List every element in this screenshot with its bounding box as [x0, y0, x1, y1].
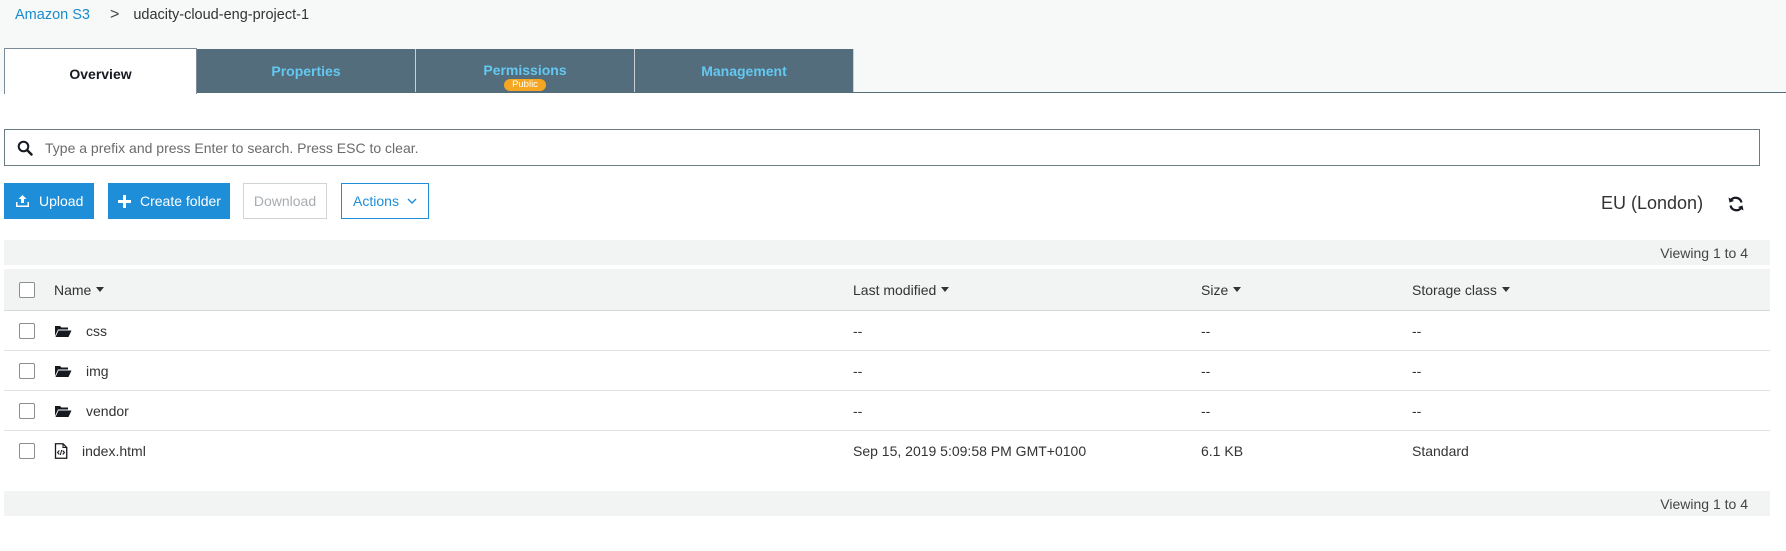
- actions-label: Actions: [353, 193, 399, 209]
- column-last-modified-label: Last modified: [853, 281, 937, 298]
- chevron-down-icon: [407, 198, 417, 205]
- last-modified-cell: --: [853, 402, 863, 419]
- tab-management[interactable]: Management: [635, 49, 854, 92]
- table-row[interactable]: index.html Sep 15, 2019 5:09:58 PM GMT+0…: [4, 431, 1770, 471]
- tab-overview-label: Overview: [69, 65, 132, 82]
- download-button[interactable]: Download: [243, 183, 327, 219]
- sort-caret-icon: [941, 287, 950, 292]
- public-badge: Public: [504, 79, 546, 91]
- pagination-top: Viewing 1 to 4: [4, 240, 1770, 265]
- viewing-count-bottom: Viewing 1 to 4: [1660, 495, 1748, 512]
- name-cell: index.html: [54, 431, 146, 471]
- upload-button[interactable]: Upload: [4, 183, 94, 219]
- object-name-link[interactable]: css: [86, 323, 107, 339]
- folder-open-icon: [54, 324, 72, 338]
- tab-permissions-label: Permissions: [483, 62, 567, 78]
- name-cell: img: [54, 351, 109, 390]
- region-label: EU (London): [1601, 193, 1704, 213]
- column-header-last-modified[interactable]: Last modified: [853, 269, 950, 310]
- create-folder-label: Create folder: [140, 193, 221, 209]
- sort-caret-icon: [1501, 287, 1510, 292]
- column-size-label: Size: [1201, 281, 1229, 298]
- storage-class-cell: Standard: [1412, 443, 1469, 459]
- storage-class-cell: --: [1412, 362, 1422, 379]
- last-modified-cell: --: [853, 362, 863, 379]
- row-checkbox[interactable]: [19, 322, 35, 339]
- size-cell: --: [1201, 362, 1211, 379]
- tab-overview[interactable]: Overview: [4, 48, 197, 94]
- size-cell: 6.1 KB: [1201, 443, 1244, 459]
- column-header-size[interactable]: Size: [1201, 269, 1242, 310]
- column-name-label: Name: [54, 281, 92, 298]
- breadcrumb-separator: >: [109, 6, 120, 23]
- breadcrumb: Amazon S3 > udacity-cloud-eng-project-1: [15, 4, 309, 26]
- search-box: [4, 129, 1760, 166]
- tab-properties-label: Properties: [271, 62, 341, 79]
- size-cell: --: [1201, 402, 1211, 419]
- search-icon: [5, 140, 45, 156]
- name-cell: css: [54, 311, 107, 350]
- tab-bar: Overview Properties Permissions Public M…: [4, 48, 1786, 94]
- object-name-link[interactable]: img: [86, 363, 109, 379]
- select-all-checkbox[interactable]: [19, 281, 35, 298]
- breadcrumb-bucket-name: udacity-cloud-eng-project-1: [133, 7, 310, 23]
- viewing-count-top: Viewing 1 to 4: [1660, 244, 1748, 261]
- name-cell: vendor: [54, 391, 129, 430]
- upload-label: Upload: [39, 193, 84, 209]
- pagination-bottom: Viewing 1 to 4: [4, 491, 1770, 516]
- row-checkbox[interactable]: [19, 443, 35, 459]
- search-input[interactable]: [45, 130, 1759, 165]
- row-checkbox[interactable]: [19, 402, 35, 419]
- table-row[interactable]: vendor -- -- --: [4, 391, 1770, 431]
- object-name-link[interactable]: index.html: [82, 443, 146, 459]
- sort-caret-icon: [1233, 287, 1242, 292]
- breadcrumb-amazon-s3-link[interactable]: Amazon S3: [15, 7, 90, 23]
- create-folder-button[interactable]: Create folder: [108, 183, 230, 219]
- upload-icon: [15, 194, 30, 208]
- code-file-icon: [54, 443, 72, 459]
- tab-permissions[interactable]: Permissions Public: [416, 49, 635, 92]
- refresh-icon[interactable]: [1727, 195, 1745, 213]
- actions-dropdown[interactable]: Actions: [341, 183, 429, 219]
- download-label: Download: [253, 193, 317, 209]
- folder-open-icon: [54, 364, 72, 378]
- table-header: Name Last modified Size Storage class: [4, 269, 1770, 311]
- last-modified-cell: Sep 15, 2019 5:09:58 PM GMT+0100: [853, 443, 1087, 459]
- column-header-storage-class[interactable]: Storage class: [1412, 269, 1510, 310]
- object-name-link[interactable]: vendor: [86, 403, 129, 419]
- table-row[interactable]: img -- -- --: [4, 351, 1770, 391]
- table-row[interactable]: css -- -- --: [4, 311, 1770, 351]
- folder-open-icon: [54, 404, 72, 418]
- plus-icon: [118, 194, 131, 208]
- tab-properties[interactable]: Properties: [197, 49, 416, 92]
- sort-caret-icon: [96, 287, 105, 292]
- column-header-name[interactable]: Name: [54, 269, 105, 310]
- size-cell: --: [1201, 322, 1211, 339]
- row-checkbox[interactable]: [19, 362, 35, 379]
- last-modified-cell: --: [853, 322, 863, 339]
- tab-management-label: Management: [701, 62, 787, 79]
- storage-class-cell: --: [1412, 322, 1422, 339]
- column-storage-class-label: Storage class: [1412, 281, 1497, 298]
- storage-class-cell: --: [1412, 402, 1422, 419]
